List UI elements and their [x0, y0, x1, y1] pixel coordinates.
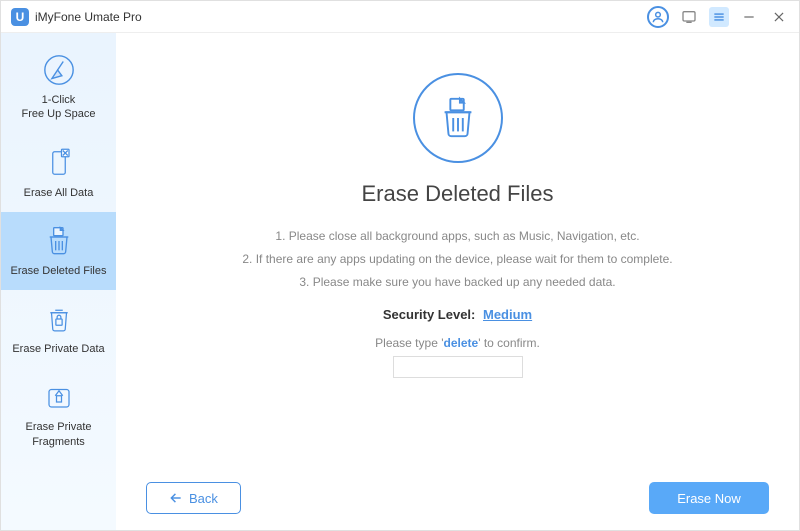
sidebar: 1-ClickFree Up Space Erase All Data: [1, 33, 116, 530]
app-logo-icon: U: [11, 8, 29, 26]
back-button-label: Back: [189, 491, 218, 506]
main-panel: Erase Deleted Files 1. Please close all …: [116, 33, 799, 530]
hero-trash-icon: [413, 73, 503, 163]
back-button[interactable]: Back: [146, 482, 241, 514]
instruction-line: 3. Please make sure you have backed up a…: [242, 271, 672, 294]
sidebar-item-erase-all[interactable]: Erase All Data: [1, 134, 116, 212]
sidebar-item-erase-private[interactable]: Erase Private Data: [1, 290, 116, 368]
confirm-input[interactable]: [393, 356, 523, 378]
back-arrow-icon: [169, 491, 183, 505]
security-level-row: Security Level: Medium: [383, 307, 532, 322]
app-fragment-icon: [40, 378, 78, 416]
sidebar-item-label: Erase Deleted Files: [11, 264, 107, 278]
menu-icon[interactable]: [709, 7, 729, 27]
titlebar: U iMyFone Umate Pro: [1, 1, 799, 33]
sidebar-item-label: Erase All Data: [24, 186, 94, 200]
erase-now-label: Erase Now: [677, 491, 741, 506]
app-body: 1-ClickFree Up Space Erase All Data: [1, 33, 799, 530]
app-title: iMyFone Umate Pro: [35, 10, 142, 24]
instruction-line: 1. Please close all background apps, suc…: [242, 225, 672, 248]
broom-icon: [40, 51, 78, 89]
phone-erase-icon: [40, 144, 78, 182]
user-account-icon[interactable]: [647, 6, 669, 28]
page-title: Erase Deleted Files: [362, 181, 554, 207]
sidebar-item-label: 1-ClickFree Up Space: [22, 93, 96, 122]
sidebar-item-erase-fragments[interactable]: Erase PrivateFragments: [1, 368, 116, 461]
confirm-instruction: Please type 'delete' to confirm.: [375, 336, 540, 350]
close-icon[interactable]: [769, 7, 789, 27]
confirm-prefix: Please type ': [375, 336, 443, 350]
sidebar-item-erase-deleted[interactable]: Erase Deleted Files: [1, 212, 116, 290]
confirm-suffix: ' to confirm.: [478, 336, 540, 350]
content-area: Erase Deleted Files 1. Please close all …: [146, 63, 769, 468]
minimize-icon[interactable]: [739, 7, 759, 27]
feedback-icon[interactable]: [679, 7, 699, 27]
app-window: U iMyFone Umate Pro: [0, 0, 800, 531]
sidebar-item-label: Erase PrivateFragments: [25, 420, 91, 449]
erase-now-button[interactable]: Erase Now: [649, 482, 769, 514]
instruction-line: 2. If there are any apps updating on the…: [242, 248, 672, 271]
security-level-link[interactable]: Medium: [483, 307, 532, 322]
instructions-list: 1. Please close all background apps, suc…: [242, 225, 672, 293]
confirm-keyword: delete: [444, 336, 479, 350]
sidebar-item-label: Erase Private Data: [12, 342, 104, 356]
footer-bar: Back Erase Now: [146, 468, 769, 514]
security-level-label: Security Level:: [383, 307, 476, 322]
sidebar-item-free-up-space[interactable]: 1-ClickFree Up Space: [1, 41, 116, 134]
trash-file-icon: [40, 222, 78, 260]
trash-lock-icon: [40, 300, 78, 338]
